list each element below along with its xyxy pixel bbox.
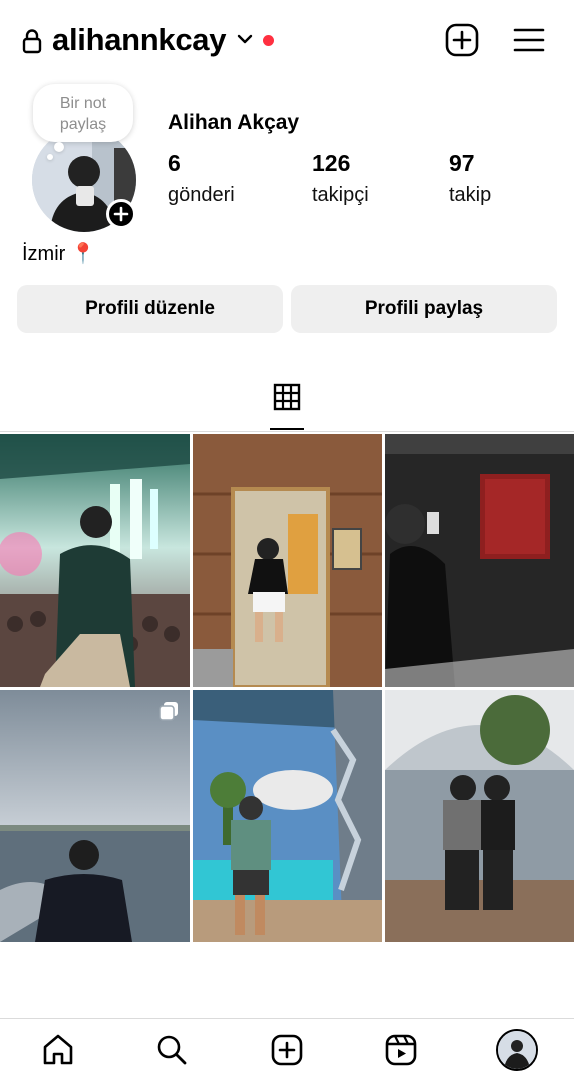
stat-posts[interactable]: 6 gönderi xyxy=(168,150,235,207)
hamburger-menu-icon[interactable] xyxy=(512,24,546,56)
username[interactable]: alihannkcay xyxy=(52,22,226,58)
pool-mirror-photo xyxy=(193,690,382,942)
stat-following[interactable]: 97 takip xyxy=(449,150,491,207)
add-story-button[interactable] xyxy=(106,199,136,229)
nav-avatar-photo xyxy=(498,1031,536,1069)
reels-icon[interactable] xyxy=(383,1032,419,1068)
boat-sea-photo xyxy=(0,690,190,942)
club-crowd-photo xyxy=(0,434,190,687)
plus-icon xyxy=(113,206,129,222)
note-tail xyxy=(54,142,64,152)
following-count: 97 xyxy=(449,150,475,176)
plus-square-icon[interactable] xyxy=(444,22,480,58)
followers-label: takipçi xyxy=(312,184,369,206)
bio-location: İzmir 📍 xyxy=(22,243,96,265)
dark-mirror-selfie xyxy=(385,434,574,687)
edit-profile-button[interactable]: Profili düzenle xyxy=(17,285,283,333)
posts-count: 6 xyxy=(168,150,181,176)
profile-avatar-nav[interactable] xyxy=(496,1029,538,1071)
profile-header: alihannkcay xyxy=(0,0,574,84)
notification-dot xyxy=(263,35,274,46)
post-1[interactable] xyxy=(0,434,190,687)
post-5[interactable] xyxy=(193,690,382,942)
share-profile-button[interactable]: Profili paylaş xyxy=(291,285,557,333)
tab-divider xyxy=(0,431,574,432)
mirror-selfie-wood-wall xyxy=(193,434,382,687)
post-3[interactable] xyxy=(385,434,574,687)
note-line-2: paylaş xyxy=(59,116,107,133)
active-tab-indicator xyxy=(270,428,304,430)
two-men-cafe-photo xyxy=(385,690,574,942)
following-label: takip xyxy=(449,184,492,206)
search-icon[interactable] xyxy=(154,1032,190,1068)
post-6[interactable] xyxy=(385,690,574,942)
multiple-posts-icon xyxy=(159,702,178,721)
home-icon[interactable] xyxy=(40,1032,76,1068)
full-name: Alihan Akçay xyxy=(168,111,300,134)
note-bubble[interactable]: Bir not paylaş xyxy=(33,84,133,142)
chevron-down-icon[interactable] xyxy=(236,32,254,46)
note-tail-small xyxy=(47,154,53,160)
followers-count: 126 xyxy=(312,150,351,176)
lock-icon xyxy=(22,29,42,54)
grid-icon[interactable] xyxy=(272,382,302,412)
post-2[interactable] xyxy=(193,434,382,687)
bottom-navigation xyxy=(0,1018,574,1080)
stat-followers[interactable]: 126 takipçi xyxy=(312,150,369,207)
post-4[interactable] xyxy=(0,690,190,942)
posts-label: gönderi xyxy=(168,184,235,206)
note-line-1: Bir not xyxy=(59,95,107,112)
create-icon[interactable] xyxy=(269,1032,305,1068)
